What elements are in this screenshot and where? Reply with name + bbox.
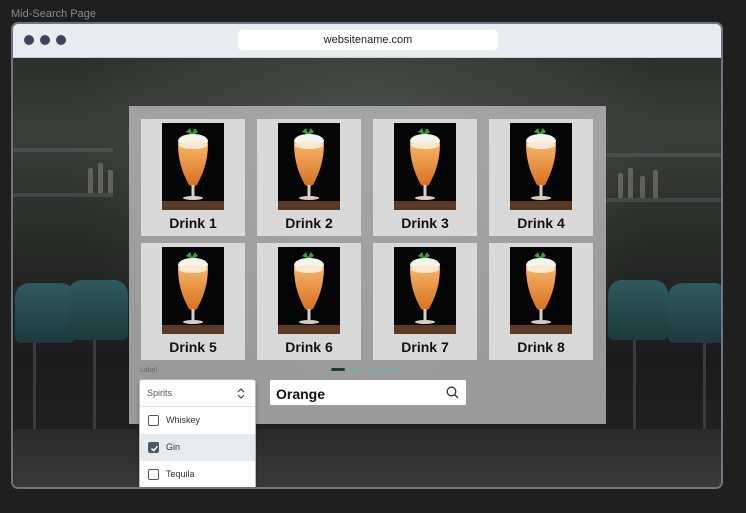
dropdown-option-tequila[interactable]: Tequila — [140, 461, 255, 487]
bottle-decoration — [628, 168, 633, 198]
option-label: Whiskey — [166, 415, 201, 425]
dropdown-option-gin[interactable]: Gin — [140, 434, 255, 461]
drink-image — [510, 123, 572, 210]
dropdown-selected-value: Spirits — [147, 388, 173, 398]
carousel-pagination — [331, 368, 399, 371]
window-controls — [24, 35, 66, 45]
drink-name: Drink 7 — [401, 339, 449, 355]
bottle-decoration — [108, 170, 113, 193]
checkbox-icon[interactable] — [148, 469, 159, 480]
drink-card[interactable]: Drink 4 — [489, 119, 593, 236]
page-indicator[interactable] — [349, 368, 363, 371]
search-input-value[interactable]: Orange — [276, 386, 325, 402]
drink-image — [162, 123, 224, 210]
window-dot-icon[interactable] — [24, 35, 34, 45]
frame-label: Mid-Search Page — [11, 8, 96, 20]
page-indicator[interactable] — [385, 368, 399, 371]
drink-name: Drink 6 — [285, 339, 333, 355]
window-dot-icon[interactable] — [40, 35, 50, 45]
drink-card[interactable]: Drink 5 — [141, 243, 245, 360]
drink-name: Drink 2 — [285, 215, 333, 231]
bottle-decoration — [88, 168, 93, 193]
drink-card[interactable]: Drink 8 — [489, 243, 593, 360]
stool-decoration — [668, 283, 721, 343]
checkbox-checked-icon[interactable] — [148, 442, 159, 453]
drink-image — [162, 247, 224, 334]
drink-image — [278, 123, 340, 210]
spirits-dropdown[interactable]: Spirits Whiskey Gin Tequila — [139, 379, 256, 487]
drink-card[interactable]: Drink 3 — [373, 119, 477, 236]
address-bar[interactable]: websitename.com — [238, 30, 498, 50]
page-indicator[interactable] — [367, 368, 381, 371]
drink-card[interactable]: Drink 1 — [141, 119, 245, 236]
shelf-decoration — [603, 198, 721, 202]
search-icon[interactable] — [446, 386, 459, 399]
stool-decoration — [15, 283, 75, 343]
drink-grid: Drink 1 Drink 2 Drink 3 Drink 4 Drink 5 — [141, 119, 593, 360]
drink-name: Drink 8 — [517, 339, 565, 355]
results-panel: Drink 1 Drink 2 Drink 3 Drink 4 Drink 5 — [129, 106, 606, 487]
drink-name: Drink 4 — [517, 215, 565, 231]
bottle-decoration — [618, 173, 623, 198]
drink-name: Drink 1 — [169, 215, 217, 231]
drink-card[interactable]: Drink 2 — [257, 119, 361, 236]
shelf-decoration — [603, 153, 721, 157]
stool-leg-decoration — [633, 340, 636, 438]
search-input[interactable]: Orange — [269, 379, 467, 406]
drink-card[interactable]: Drink 6 — [257, 243, 361, 360]
drink-name: Drink 3 — [401, 215, 449, 231]
page-indicator[interactable] — [331, 368, 345, 371]
drink-image — [278, 247, 340, 334]
floor-decoration — [13, 429, 721, 487]
bottle-decoration — [640, 176, 645, 198]
stool-leg-decoration — [703, 343, 706, 438]
dropdown-header[interactable]: Spirits — [140, 380, 255, 407]
filter-label: Label — [140, 367, 158, 374]
bar-background: Drink 1 Drink 2 Drink 3 Drink 4 Drink 5 — [13, 58, 721, 487]
drink-name: Drink 5 — [169, 339, 217, 355]
drink-card[interactable]: Drink 7 — [373, 243, 477, 360]
checkbox-icon[interactable] — [148, 415, 159, 426]
option-label: Tequila — [166, 469, 195, 479]
bottle-decoration — [98, 163, 103, 193]
option-label: Gin — [166, 442, 181, 452]
chevron-up-down-icon — [237, 388, 245, 399]
drink-image — [394, 123, 456, 210]
dropdown-option-whiskey[interactable]: Whiskey — [140, 407, 255, 434]
browser-titlebar: websitename.com — [13, 24, 721, 58]
browser-window: websitename.com Drink 1 Drink 2 Drink 3 … — [11, 22, 723, 489]
window-dot-icon[interactable] — [56, 35, 66, 45]
shelf-decoration — [13, 148, 113, 152]
stool-leg-decoration — [93, 340, 96, 438]
bottle-decoration — [653, 170, 658, 198]
stool-decoration — [608, 280, 668, 340]
drink-image — [394, 247, 456, 334]
shelf-decoration — [13, 193, 113, 197]
drink-image — [510, 247, 572, 334]
stool-decoration — [68, 280, 128, 340]
stool-leg-decoration — [33, 343, 36, 438]
